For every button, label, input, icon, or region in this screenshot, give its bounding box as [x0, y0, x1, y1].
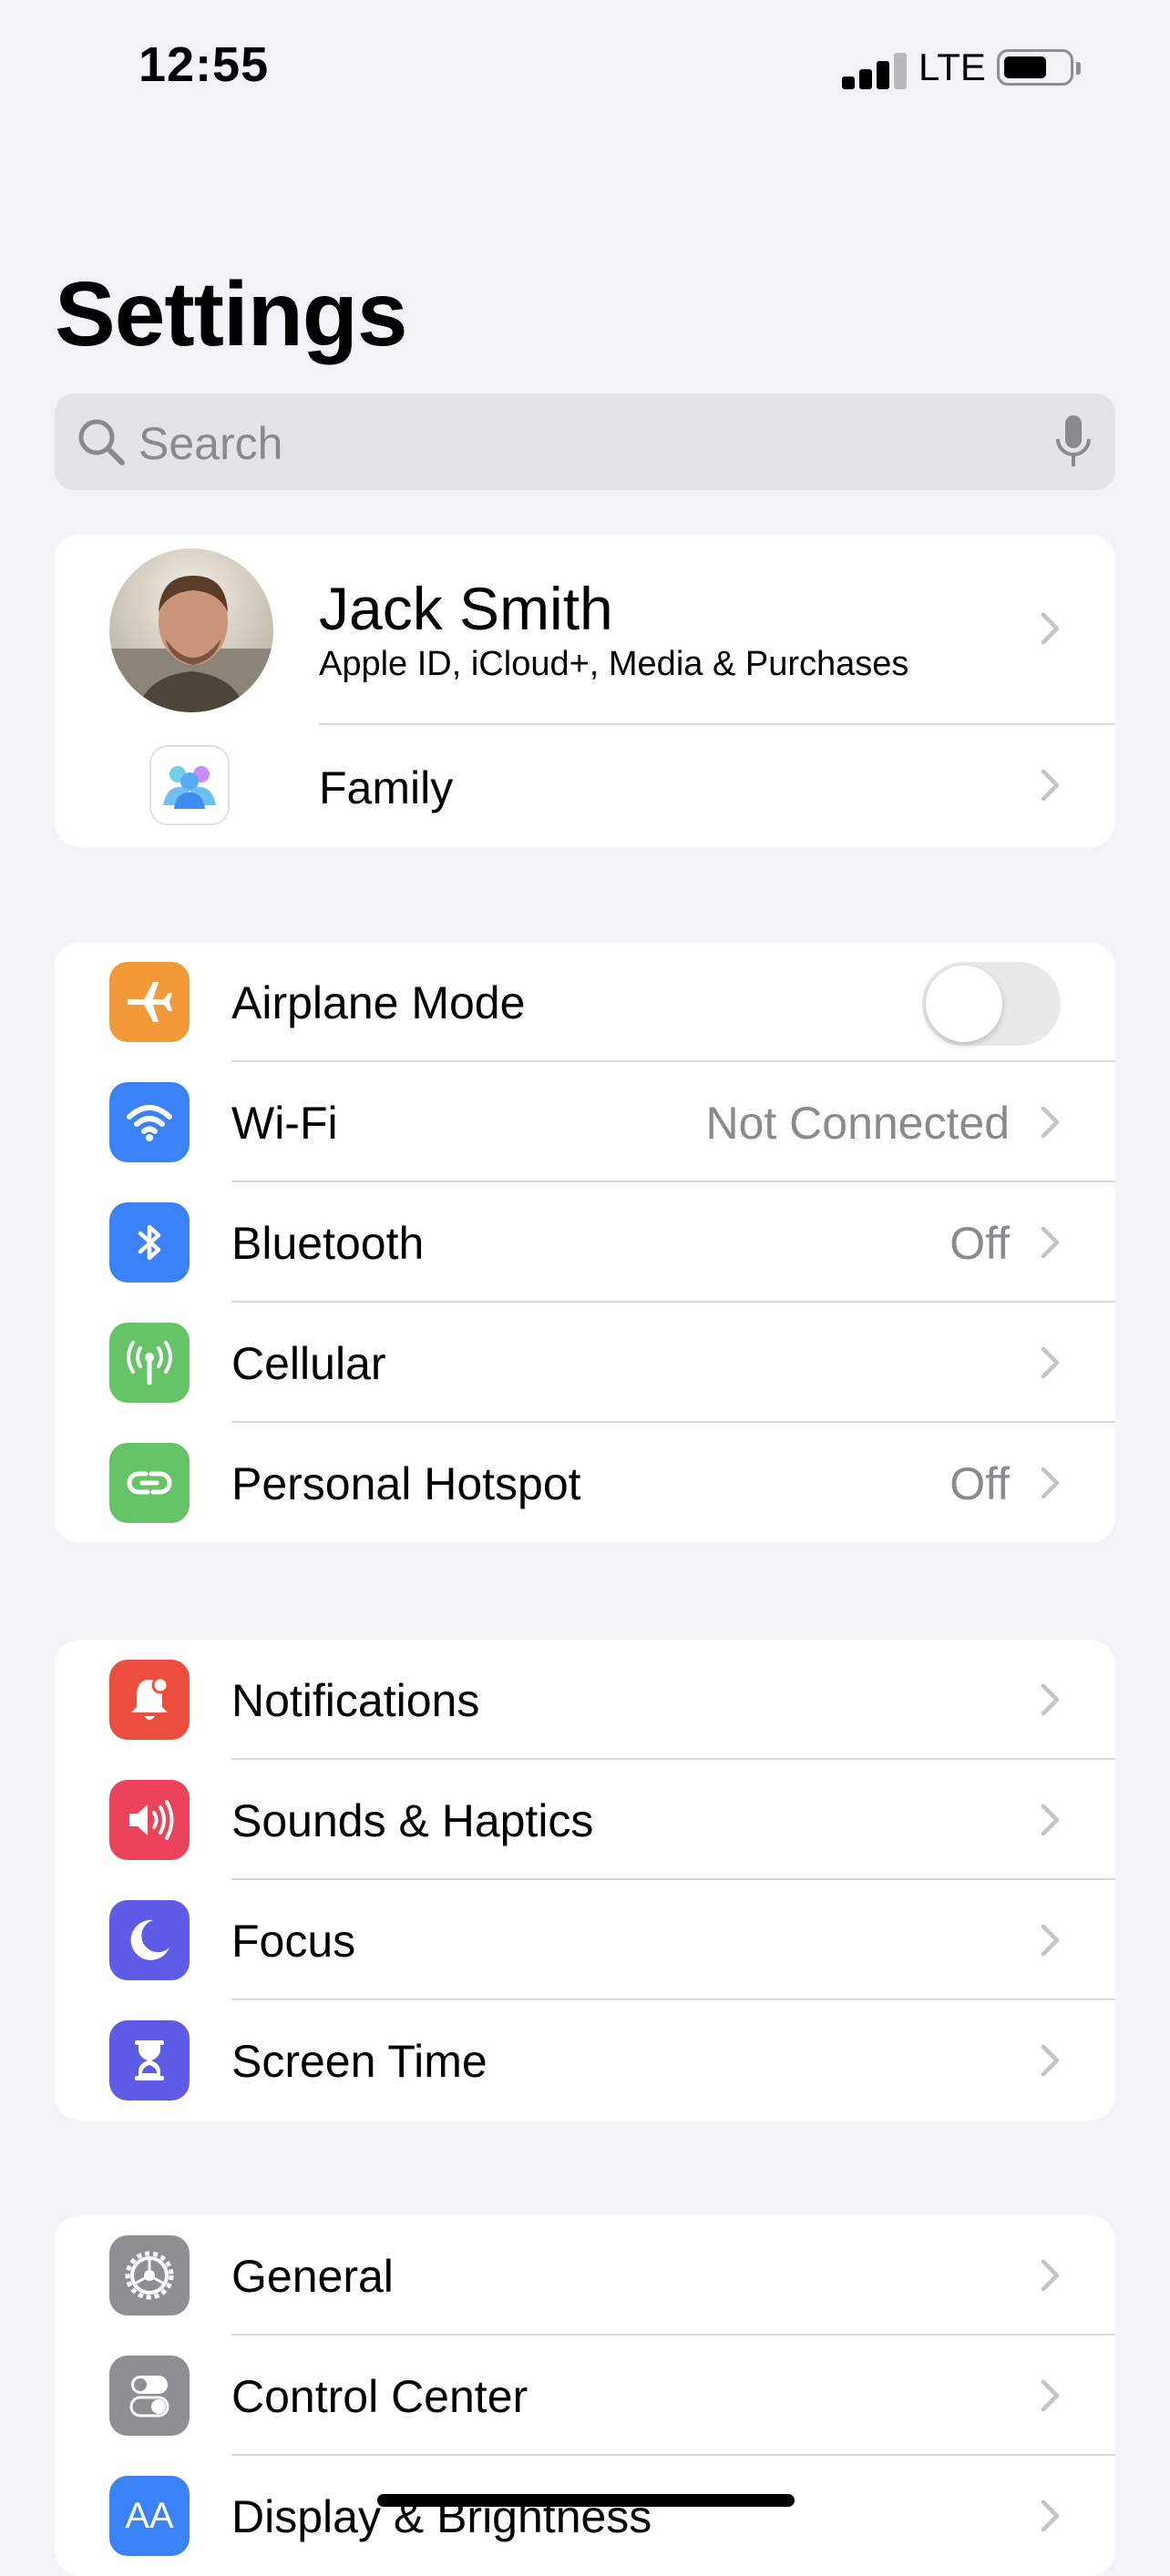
- focus-row[interactable]: Focus: [55, 1880, 1115, 2000]
- microphone-icon[interactable]: [1053, 414, 1093, 470]
- wifi-icon: [109, 1082, 190, 1162]
- general-row[interactable]: General: [55, 2215, 1115, 2336]
- text-size-icon: AA: [109, 2476, 190, 2556]
- notifications-row[interactable]: Notifications: [55, 1640, 1115, 1760]
- bluetooth-label: Bluetooth: [231, 1218, 425, 1269]
- profile-name: Jack Smith: [319, 575, 613, 642]
- personal-hotspot-status: Off: [949, 1458, 1010, 1509]
- home-indicator[interactable]: [377, 2494, 795, 2507]
- chevron-right-icon: [1041, 2499, 1060, 2532]
- general-label: General: [231, 2251, 394, 2302]
- chevron-right-icon: [1041, 612, 1060, 645]
- bluetooth-row[interactable]: Bluetooth Off: [55, 1182, 1115, 1303]
- hotspot-icon: [109, 1443, 190, 1523]
- search-placeholder: Search: [139, 418, 283, 469]
- wifi-label: Wi-Fi: [231, 1098, 338, 1149]
- switches-icon: [109, 2356, 190, 2436]
- notifications-group: Notifications Sounds & Haptics Focus Scr…: [55, 1640, 1115, 2121]
- gear-icon: [109, 2235, 190, 2315]
- general-group: General Control Center AA Display & Brig…: [55, 2215, 1115, 2576]
- chevron-right-icon: [1041, 1924, 1060, 1957]
- page-title: Settings: [55, 263, 407, 365]
- control-center-row[interactable]: Control Center: [55, 2336, 1115, 2456]
- sounds-haptics-label: Sounds & Haptics: [231, 1795, 594, 1846]
- wifi-status: Not Connected: [705, 1098, 1010, 1149]
- status-bar: 12:55 LTE: [0, 0, 1170, 137]
- chevron-right-icon: [1041, 1804, 1060, 1836]
- search-bar[interactable]: Search: [55, 394, 1115, 490]
- airplane-icon: [109, 962, 190, 1042]
- control-center-label: Control Center: [231, 2371, 529, 2422]
- airplane-mode-label: Airplane Mode: [231, 977, 526, 1028]
- network-type: LTE: [919, 46, 986, 88]
- family-label: Family: [319, 762, 454, 813]
- chevron-right-icon: [1041, 769, 1060, 802]
- personal-hotspot-label: Personal Hotspot: [231, 1458, 581, 1509]
- screen-time-row[interactable]: Screen Time: [55, 2000, 1115, 2121]
- family-row[interactable]: Family: [55, 725, 1115, 847]
- avatar: [109, 548, 273, 712]
- antenna-icon: [109, 1323, 190, 1403]
- chevron-right-icon: [1041, 1226, 1060, 1259]
- apple-id-row[interactable]: Jack Smith Apple ID, iCloud+, Media & Pu…: [55, 534, 1115, 725]
- chevron-right-icon: [1041, 2379, 1060, 2412]
- chevron-right-icon: [1041, 2259, 1060, 2292]
- profile-subtitle: Apple ID, iCloud+, Media & Purchases: [319, 645, 909, 683]
- chevron-right-icon: [1041, 1467, 1060, 1499]
- family-icon: [149, 745, 230, 825]
- bluetooth-icon: [109, 1202, 190, 1283]
- screen-time-label: Screen Time: [231, 2036, 488, 2087]
- cellular-label: Cellular: [231, 1338, 386, 1389]
- hourglass-icon: [109, 2020, 190, 2101]
- battery-icon: [997, 49, 1081, 86]
- chevron-right-icon: [1041, 1683, 1060, 1716]
- chevron-right-icon: [1041, 2044, 1060, 2077]
- notifications-label: Notifications: [231, 1675, 480, 1726]
- speaker-icon: [109, 1780, 190, 1860]
- cellular-row[interactable]: Cellular: [55, 1303, 1115, 1423]
- sounds-haptics-row[interactable]: Sounds & Haptics: [55, 1760, 1115, 1880]
- bluetooth-status: Off: [949, 1218, 1010, 1269]
- cellular-signal-icon: [842, 51, 908, 89]
- chevron-right-icon: [1041, 1106, 1060, 1139]
- connectivity-group: Airplane Mode Wi-Fi Not Connected Blueto…: [55, 942, 1115, 1543]
- profile-group: Jack Smith Apple ID, iCloud+, Media & Pu…: [55, 534, 1115, 847]
- wifi-row[interactable]: Wi-Fi Not Connected: [55, 1062, 1115, 1182]
- search-icon: [78, 419, 125, 465]
- focus-label: Focus: [231, 1916, 356, 1967]
- airplane-mode-toggle[interactable]: [922, 962, 1061, 1046]
- bell-icon: [109, 1660, 190, 1740]
- chevron-right-icon: [1041, 1346, 1060, 1379]
- display-brightness-row[interactable]: AA Display & Brightness: [55, 2456, 1115, 2576]
- personal-hotspot-row[interactable]: Personal Hotspot Off: [55, 1423, 1115, 1543]
- moon-icon: [109, 1900, 190, 1980]
- airplane-mode-row[interactable]: Airplane Mode: [55, 942, 1115, 1062]
- status-time: 12:55: [139, 37, 270, 92]
